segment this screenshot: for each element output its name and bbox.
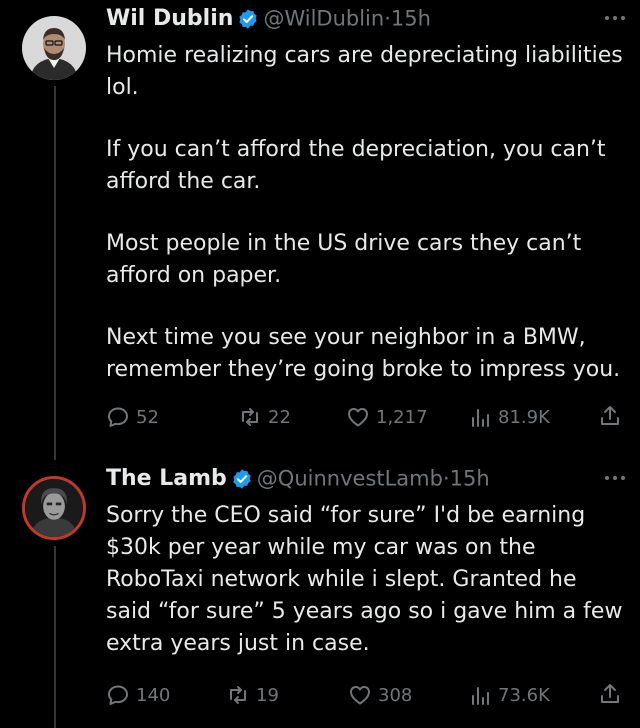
reply-count: 140 xyxy=(136,684,171,706)
tweet-header: The Lamb @QuinnvestLamb·15h xyxy=(106,466,626,500)
avatar-wil-dublin[interactable] xyxy=(22,16,86,80)
tweet-actions: 52 22 1,217 81.9K xyxy=(106,400,626,434)
author-handle[interactable]: @WilDublin xyxy=(263,7,384,31)
author-name[interactable]: Wil Dublin xyxy=(106,6,233,31)
tweet-wil-dublin[interactable]: Wil Dublin @WilDublin·15h Homie realizin… xyxy=(106,6,626,434)
views-button[interactable]: 73.6K xyxy=(468,678,550,712)
views-button[interactable]: 81.9K xyxy=(468,400,550,434)
tweet-paragraph: If you can’t afford the depreciation, yo… xyxy=(106,137,606,194)
author-name[interactable]: The Lamb xyxy=(106,466,227,491)
tweet-paragraph: Next time you see your neighbor in a BMW… xyxy=(106,325,621,382)
like-count: 308 xyxy=(378,684,413,706)
tweet-paragraph: Homie realizing cars are depreciating li… xyxy=(106,43,623,100)
thread-line-bottom xyxy=(54,546,56,728)
tweet-text: Homie realizing cars are depreciating li… xyxy=(106,40,626,386)
repost-button[interactable]: 22 xyxy=(238,400,291,434)
like-button[interactable]: 308 xyxy=(348,678,412,712)
reply-icon xyxy=(108,407,128,427)
repost-icon xyxy=(230,686,246,704)
tweet-the-lamb[interactable]: The Lamb @QuinnvestLamb·15h Sorry the CE… xyxy=(106,466,626,712)
avatar-portrait-image xyxy=(22,16,86,80)
like-icon xyxy=(350,686,370,705)
separator-dot: · xyxy=(384,6,391,31)
timestamp[interactable]: 15h xyxy=(391,7,431,31)
like-icon xyxy=(348,408,368,427)
share-icon[interactable] xyxy=(598,404,622,428)
avatar-the-lamb[interactable] xyxy=(22,476,86,540)
thread-line-top xyxy=(54,86,56,460)
views-count: 73.6K xyxy=(498,684,550,706)
timestamp[interactable]: 15h xyxy=(450,467,490,491)
views-icon xyxy=(472,409,489,427)
avatar-portrait-image xyxy=(25,479,83,537)
views-count: 81.9K xyxy=(498,406,550,428)
reply-icon xyxy=(108,685,128,705)
separator-dot: · xyxy=(442,466,450,491)
more-options-icon[interactable] xyxy=(604,14,626,22)
repost-icon xyxy=(242,408,258,426)
repost-button[interactable]: 19 xyxy=(226,678,279,712)
like-count: 1,217 xyxy=(376,406,428,428)
verified-badge-icon xyxy=(233,468,251,489)
tweet-actions: 140 19 308 73.6K xyxy=(106,678,626,712)
tweet-paragraph: Sorry the CEO said “for sure” I'd be ear… xyxy=(106,503,623,656)
reply-button[interactable]: 52 xyxy=(106,400,159,434)
reply-count: 52 xyxy=(136,406,159,428)
more-options-icon[interactable] xyxy=(604,474,626,482)
repost-count: 19 xyxy=(256,684,279,706)
tweet-text: Sorry the CEO said “for sure” I'd be ear… xyxy=(106,500,626,660)
author-handle[interactable]: @QuinnvestLamb xyxy=(257,467,443,491)
tweet-paragraph: Most people in the US drive cars they ca… xyxy=(106,231,582,288)
repost-count: 22 xyxy=(268,406,291,428)
views-icon xyxy=(472,687,489,705)
verified-badge-icon xyxy=(239,8,258,29)
tweet-header: Wil Dublin @WilDublin·15h xyxy=(106,6,626,40)
like-button[interactable]: 1,217 xyxy=(346,400,428,434)
share-icon[interactable] xyxy=(598,682,622,706)
reply-button[interactable]: 140 xyxy=(106,678,170,712)
